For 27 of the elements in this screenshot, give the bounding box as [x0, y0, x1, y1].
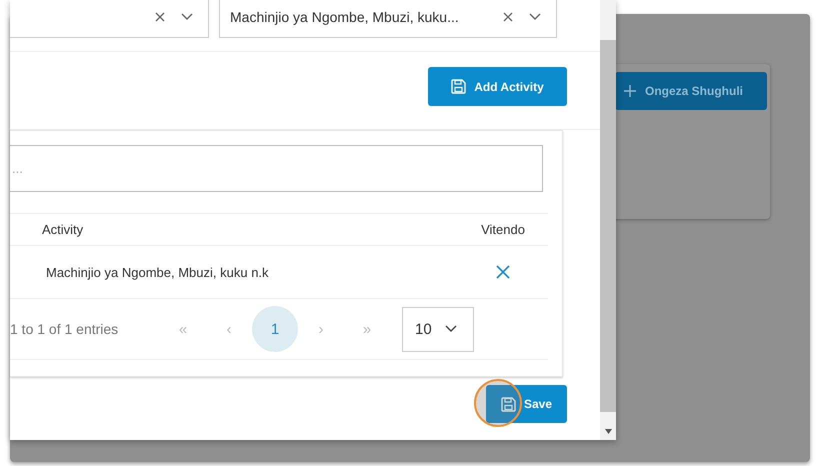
table-cell-text: Machinjio ya Ngombe, Mbuzi, kuku n.k	[45, 264, 270, 280]
next-page-button[interactable]: ›	[298, 306, 344, 352]
add-activity-button[interactable]: Add Activity	[428, 67, 567, 106]
delete-button[interactable]	[496, 265, 510, 279]
scroll-down-icon	[605, 429, 612, 434]
page-button[interactable]: 1	[252, 306, 298, 352]
save-button[interactable]: Save	[486, 385, 567, 423]
save-icon	[500, 396, 516, 412]
add-task-button[interactable]: Ongeza Shughuli	[615, 72, 767, 110]
first-page-button[interactable]: «	[160, 306, 206, 352]
column-header: Activity	[41, 222, 84, 237]
scrollbar[interactable]	[600, 0, 616, 440]
column-header: Vitendo	[480, 222, 526, 237]
last-page-button[interactable]: »	[344, 306, 390, 352]
save-icon	[451, 79, 466, 94]
plus-icon	[623, 84, 637, 98]
search-field[interactable]: ...	[10, 145, 543, 192]
chevron-down-icon	[528, 10, 542, 22]
page-size-select[interactable]: 10	[402, 306, 474, 352]
chevron-down-icon	[180, 10, 194, 22]
entries-summary: 1 to 1 of 1 entries	[10, 321, 120, 337]
scrollbar-thumb[interactable]	[600, 40, 616, 412]
select-field[interactable]	[10, 0, 209, 38]
select-field[interactable]: Machinjio ya Ngombe, Mbuzi, kuku...	[219, 0, 557, 38]
close-icon	[496, 265, 510, 279]
previous-page-button[interactable]: ‹	[206, 306, 252, 352]
select-value: Machinjio ya Ngombe, Mbuzi, kuku...	[230, 8, 460, 24]
